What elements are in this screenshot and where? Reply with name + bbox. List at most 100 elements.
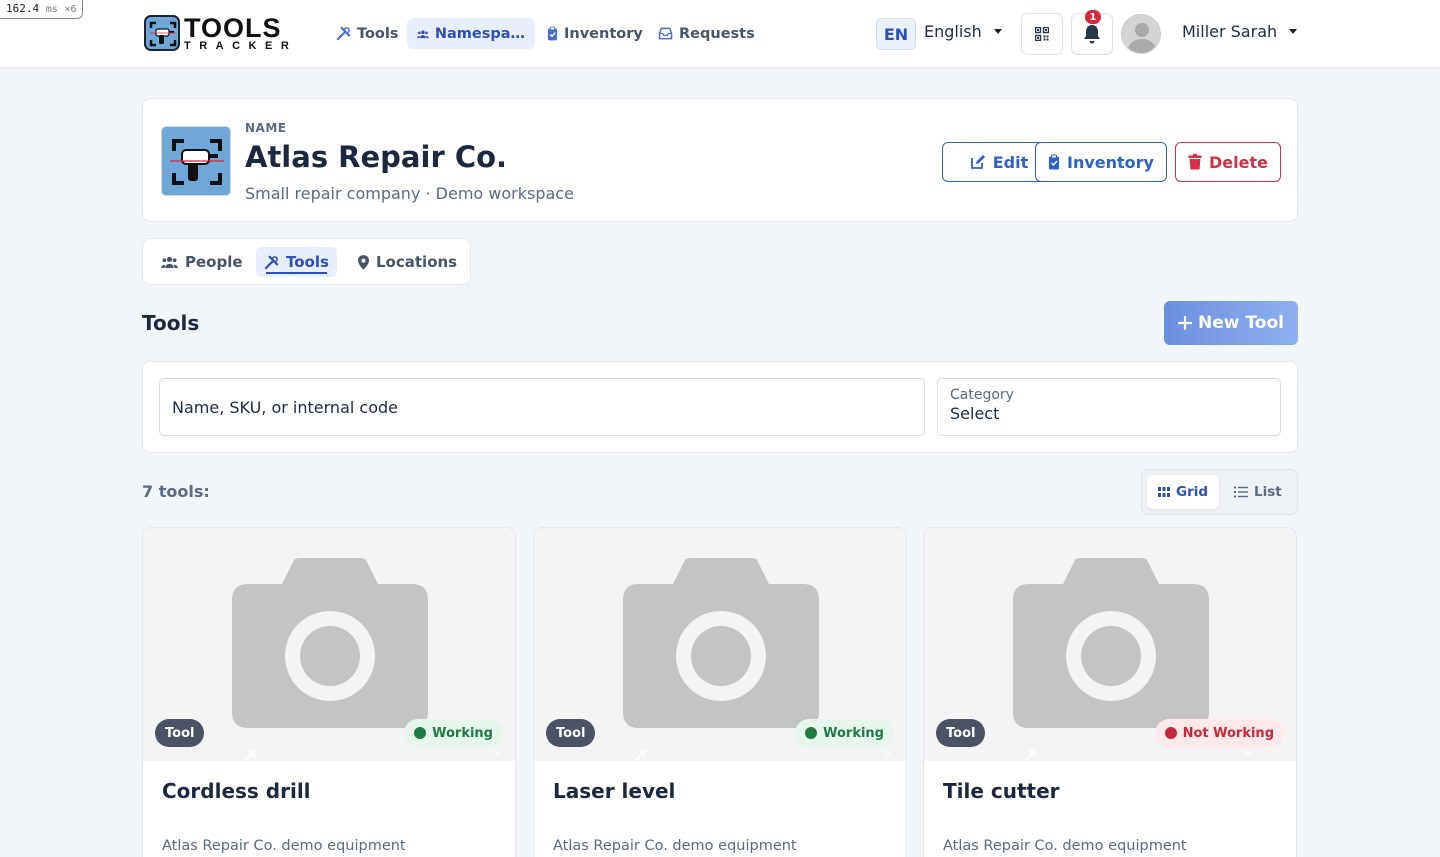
search-placeholder: Name, SKU, or internal code: [172, 397, 398, 417]
chevron-down-icon: [1289, 29, 1298, 34]
perf-counter: 162.4 ms ×6: [0, 0, 84, 19]
tool-name[interactable]: Tile cutter: [943, 779, 1060, 803]
qr-scan-button[interactable]: [1021, 13, 1063, 55]
list-view-label: List: [1254, 484, 1282, 500]
tool-image-placeholder: Tool Not Working: [924, 528, 1296, 761]
users-icon: [161, 256, 178, 268]
status-badge: Working: [795, 719, 894, 757]
list-view-button[interactable]: List: [1223, 475, 1293, 509]
tab-locations[interactable]: Locations: [350, 247, 465, 277]
tool-card[interactable]: Tool Working Laser level Atlas Repair Co…: [533, 527, 907, 857]
inventory-button[interactable]: Inventory: [1035, 142, 1167, 182]
tool-description: Atlas Repair Co. demo equipment: [553, 838, 797, 854]
delete-label: Delete: [1209, 152, 1268, 172]
namespace-tabs: People Tools Locations: [142, 238, 471, 285]
nav-inventory[interactable]: Inventory: [537, 18, 653, 49]
check-circle-icon: [414, 727, 501, 757]
namespace-logo: [161, 126, 231, 196]
tools-icon: [635, 749, 647, 761]
language-dropdown[interactable]: English: [924, 22, 1002, 41]
grid-view-button[interactable]: Grid: [1147, 475, 1220, 509]
tab-tools-label: Tools: [286, 253, 329, 271]
status-badge: Working: [404, 719, 503, 757]
delete-button[interactable]: Delete: [1175, 142, 1281, 182]
nav-tools-label: Tools: [357, 25, 399, 42]
nav-requests[interactable]: Requests: [648, 18, 765, 49]
nav-inventory-label: Inventory: [564, 25, 643, 42]
grid-view-label: Grid: [1176, 484, 1209, 500]
notification-count-badge: 1: [1085, 10, 1101, 24]
language-code[interactable]: EN: [876, 18, 916, 50]
tab-tools[interactable]: Tools: [256, 247, 337, 277]
drill-logo-icon: [170, 139, 224, 185]
namespace-header-card: NAME Atlas Repair Co. Small repair compa…: [142, 98, 1298, 222]
nav-namespaces-label: Namespa…: [434, 25, 525, 42]
clipboard-icon: [547, 26, 558, 41]
tools-icon: [264, 255, 279, 269]
notifications-button[interactable]: 1: [1071, 10, 1113, 55]
namespace-subtitle: Small repair company · Demo workspace: [245, 184, 574, 203]
trash-icon: [1188, 154, 1202, 170]
section-title: Tools: [142, 311, 200, 335]
user-menu[interactable]: Miller Sarah: [1182, 22, 1298, 41]
map-pin-icon: [358, 254, 369, 270]
perf-count: ×6: [64, 4, 77, 15]
search-input[interactable]: Name, SKU, or internal code: [159, 378, 925, 436]
tool-description: Atlas Repair Co. demo equipment: [162, 838, 406, 854]
plus-icon: [1178, 316, 1193, 330]
new-tool-label: New Tool: [1198, 313, 1284, 333]
nav-namespaces[interactable]: Namespa…: [407, 18, 535, 49]
qr-code-icon: [1035, 27, 1049, 41]
nav-requests-label: Requests: [679, 25, 755, 42]
top-navbar: TOOLS TRACKER Tools Namespa… Inventory R…: [0, 0, 1440, 68]
tool-image-placeholder: Tool Working: [143, 528, 515, 761]
view-toggle: Grid List: [1141, 469, 1298, 515]
tools-icon: [336, 26, 351, 41]
chevron-down-icon: [993, 29, 1002, 34]
tool-card[interactable]: Tool Working Cordless drill Atlas Repair…: [142, 527, 516, 857]
check-circle-icon: [805, 727, 892, 757]
grid-icon: [1158, 487, 1170, 497]
logo-title: TOOLS: [184, 12, 282, 43]
tool-type-label: Tool: [556, 725, 586, 741]
logo-subtitle: TRACKER: [184, 39, 298, 52]
tools-icon: [1025, 749, 1037, 761]
app-logo[interactable]: TOOLS TRACKER: [144, 14, 297, 52]
tool-card[interactable]: Tool Not Working Tile cutter Atlas Repai…: [923, 527, 1297, 857]
tool-type-badge: Tool: [546, 719, 647, 761]
namespace-label: NAME: [245, 121, 287, 135]
tab-locations-label: Locations: [376, 253, 458, 271]
avatar[interactable]: [1121, 14, 1161, 54]
language-name: English: [924, 22, 982, 41]
tab-people[interactable]: People: [153, 247, 251, 277]
drill-logo-icon: [144, 15, 180, 51]
tool-type-badge: Tool: [936, 719, 1037, 761]
user-name: Miller Sarah: [1182, 22, 1278, 41]
tool-type-badge: Tool: [155, 719, 256, 761]
tool-image-placeholder: Tool Working: [534, 528, 906, 761]
tools-icon: [244, 749, 256, 761]
status-badge: Not Working: [1154, 719, 1284, 756]
status-label: Working: [432, 725, 493, 741]
tool-count: 7 tools:: [142, 482, 210, 501]
x-circle-icon: [1164, 727, 1251, 756]
camera-icon: [1013, 558, 1209, 728]
nav-tools[interactable]: Tools: [326, 18, 409, 49]
category-select[interactable]: Category Select: [937, 378, 1281, 436]
inventory-label: Inventory: [1067, 152, 1154, 172]
edit-icon: [970, 155, 985, 169]
clipboard-icon: [1049, 154, 1059, 170]
page-title: Atlas Repair Co.: [245, 140, 508, 174]
category-label: Category: [950, 387, 1014, 403]
list-icon: [1234, 486, 1248, 498]
users-icon: [417, 29, 429, 38]
status-label: Not Working: [1182, 725, 1274, 741]
category-value: Select: [950, 404, 1000, 423]
tool-description: Atlas Repair Co. demo equipment: [943, 838, 1187, 854]
tool-name[interactable]: Cordless drill: [162, 779, 311, 803]
new-tool-button[interactable]: New Tool: [1164, 301, 1298, 345]
bell-icon: [1084, 25, 1100, 44]
status-label: Working: [823, 725, 884, 741]
edit-label: Edit: [992, 152, 1029, 172]
tool-name[interactable]: Laser level: [553, 779, 675, 803]
